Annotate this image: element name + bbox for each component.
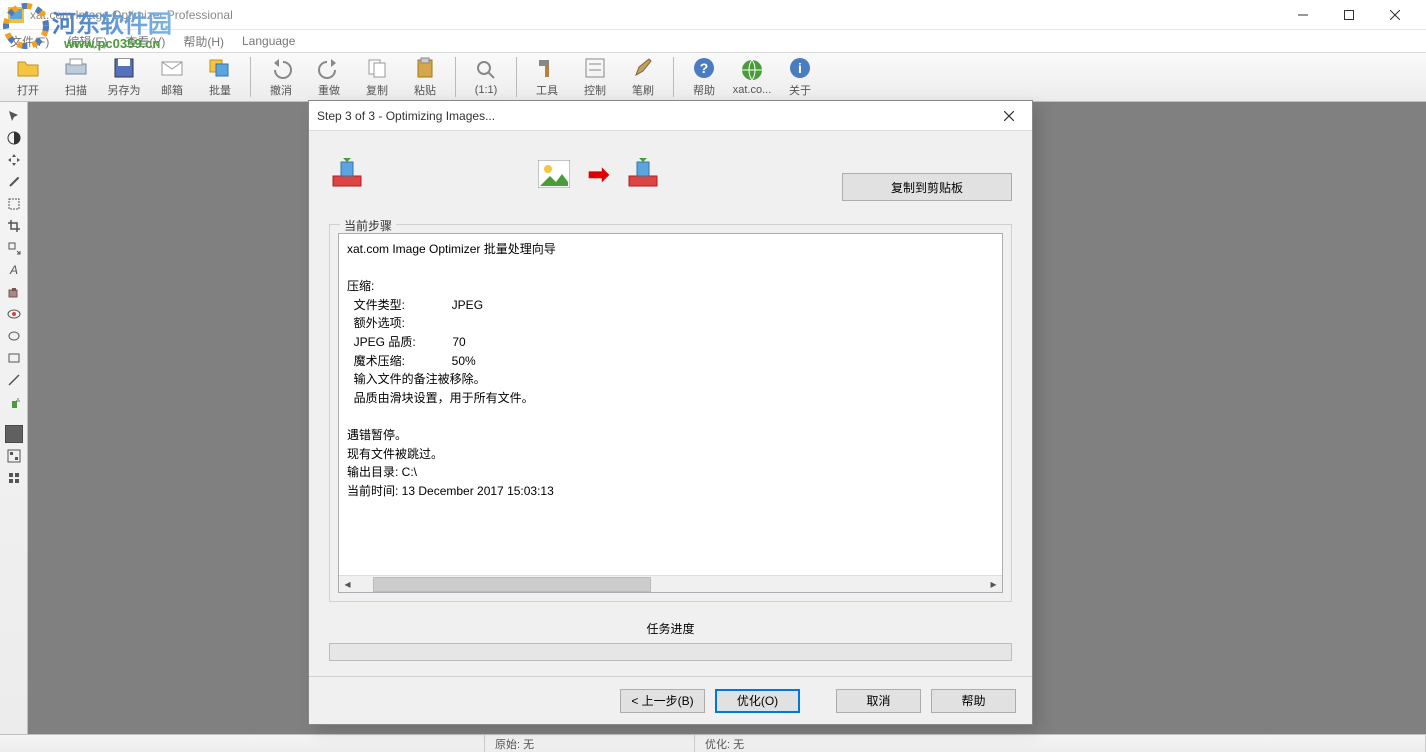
move-tool[interactable] [3,150,25,170]
close-button[interactable] [1372,0,1418,30]
text-tool[interactable]: A [3,260,25,280]
svg-text:A: A [8,263,17,277]
dialog-help-button[interactable]: 帮助 [931,689,1016,713]
line-tool[interactable] [3,370,25,390]
progress-bar [329,643,1012,661]
hammer-icon [535,56,559,80]
brush-icon [631,56,655,80]
redo-icon [317,56,341,80]
compress-icon [329,158,367,190]
sliders-icon [583,56,607,80]
help-button[interactable]: ?帮助 [680,54,728,100]
folder-open-icon [16,56,40,80]
status-original: 原始: 无 [485,735,695,752]
scanner-icon [64,56,88,80]
dialog-close-button[interactable] [994,102,1024,130]
scan-button[interactable]: 扫描 [52,54,100,100]
batch-icon [208,56,232,80]
info-icon: i [788,56,812,80]
menu-file[interactable]: 文件(F) [6,31,53,52]
progress-section: 任务进度 [329,620,1012,661]
more-tool[interactable] [3,468,25,488]
contrast-tool[interactable] [3,128,25,148]
mail-icon [160,56,184,80]
pattern-tool[interactable] [3,446,25,466]
scroll-left-icon[interactable]: ◂ [339,576,356,593]
zoom-button[interactable]: (1:1) [462,54,510,100]
optimize-dialog: Step 3 of 3 - Optimizing Images... ➡ [308,100,1033,725]
rect-select-tool[interactable] [3,194,25,214]
arrow-right-icon: ➡ [588,159,608,190]
copy-clipboard-button[interactable]: 复制到剪贴板 [842,173,1012,201]
menu-view[interactable]: 查看(V) [121,31,169,52]
rect-tool[interactable] [3,348,25,368]
menu-edit[interactable]: 编辑(E) [63,31,111,52]
progress-label: 任务进度 [329,620,1012,637]
svg-text:i: i [798,60,802,76]
color-swatch[interactable] [3,424,25,444]
app-title: xat.com Image Optimizer Professional [30,8,1280,22]
dialog-footer: < 上一步(B) 优化(O) 取消 帮助 [309,676,1032,724]
magnify-icon [474,58,498,82]
save-icon [112,56,136,80]
current-step-fieldset: 当前步骤 xat.com Image Optimizer 批量处理向导 压缩: … [329,224,1012,602]
globe-icon [740,58,764,82]
crop-tool[interactable] [3,216,25,236]
horizontal-scrollbar[interactable]: ◂ ▸ [339,575,1002,592]
dialog-body: ➡ 复制到剪贴板 当前步骤 xat.com Image Optimizer 批量… [309,131,1032,679]
undo-button[interactable]: 撤消 [257,54,305,100]
undo-icon [269,56,293,80]
open-button[interactable]: 打开 [4,54,52,100]
image-icon [538,160,570,188]
copy-button[interactable]: 复制 [353,54,401,100]
control-button[interactable]: 控制 [571,54,619,100]
help-icon: ? [692,56,716,80]
paste-button[interactable]: 粘贴 [401,54,449,100]
scroll-right-icon[interactable]: ▸ [985,576,1002,593]
pointer-tool[interactable] [3,106,25,126]
status-optimize: 优化: 无 [695,735,1426,752]
titlebar: xat.com Image Optimizer Professional [0,0,1426,30]
clone-tool[interactable] [3,282,25,302]
main-toolbar: 打开 扫描 另存为 邮箱 批量 撤消 重做 复制 粘贴 (1:1) 工具 控制 … [0,52,1426,102]
log-textarea[interactable]: xat.com Image Optimizer 批量处理向导 压缩: 文件类型:… [338,233,1003,593]
fieldset-label: 当前步骤 [340,217,396,234]
minimize-button[interactable] [1280,0,1326,30]
batch-button[interactable]: 批量 [196,54,244,100]
spray-tool[interactable] [3,392,25,412]
saveas-button[interactable]: 另存为 [100,54,148,100]
dialog-title: Step 3 of 3 - Optimizing Images... [317,109,994,123]
menu-language[interactable]: Language [238,32,299,50]
statusbar: 原始: 无 优化: 无 [0,734,1426,752]
left-toolbar: A [0,102,28,734]
app-icon [8,7,24,23]
window-controls [1280,0,1418,30]
resize-tool[interactable] [3,238,25,258]
log-content: xat.com Image Optimizer 批量处理向导 压缩: 文件类型:… [347,240,994,500]
maximize-button[interactable] [1326,0,1372,30]
paste-icon [413,56,437,80]
about-button[interactable]: i关于 [776,54,824,100]
xat-button[interactable]: xat.co... [728,54,776,100]
svg-text:?: ? [700,60,709,76]
tools-button[interactable]: 工具 [523,54,571,100]
dialog-titlebar[interactable]: Step 3 of 3 - Optimizing Images... [309,101,1032,131]
menu-help[interactable]: 帮助(H) [179,31,228,52]
copy-icon [365,56,389,80]
optimize-button[interactable]: 优化(O) [715,689,800,713]
redo-button[interactable]: 重做 [305,54,353,100]
back-button[interactable]: < 上一步(B) [620,689,705,713]
menubar: 文件(F) 编辑(E) 查看(V) 帮助(H) Language [0,30,1426,52]
compress-result-icon [625,158,661,190]
mail-button[interactable]: 邮箱 [148,54,196,100]
cancel-button[interactable]: 取消 [836,689,921,713]
scrollbar-thumb[interactable] [373,577,651,592]
ellipse-tool[interactable] [3,326,25,346]
redeye-tool[interactable] [3,304,25,324]
brush-button[interactable]: 笔刷 [619,54,667,100]
wand-tool[interactable] [3,172,25,192]
